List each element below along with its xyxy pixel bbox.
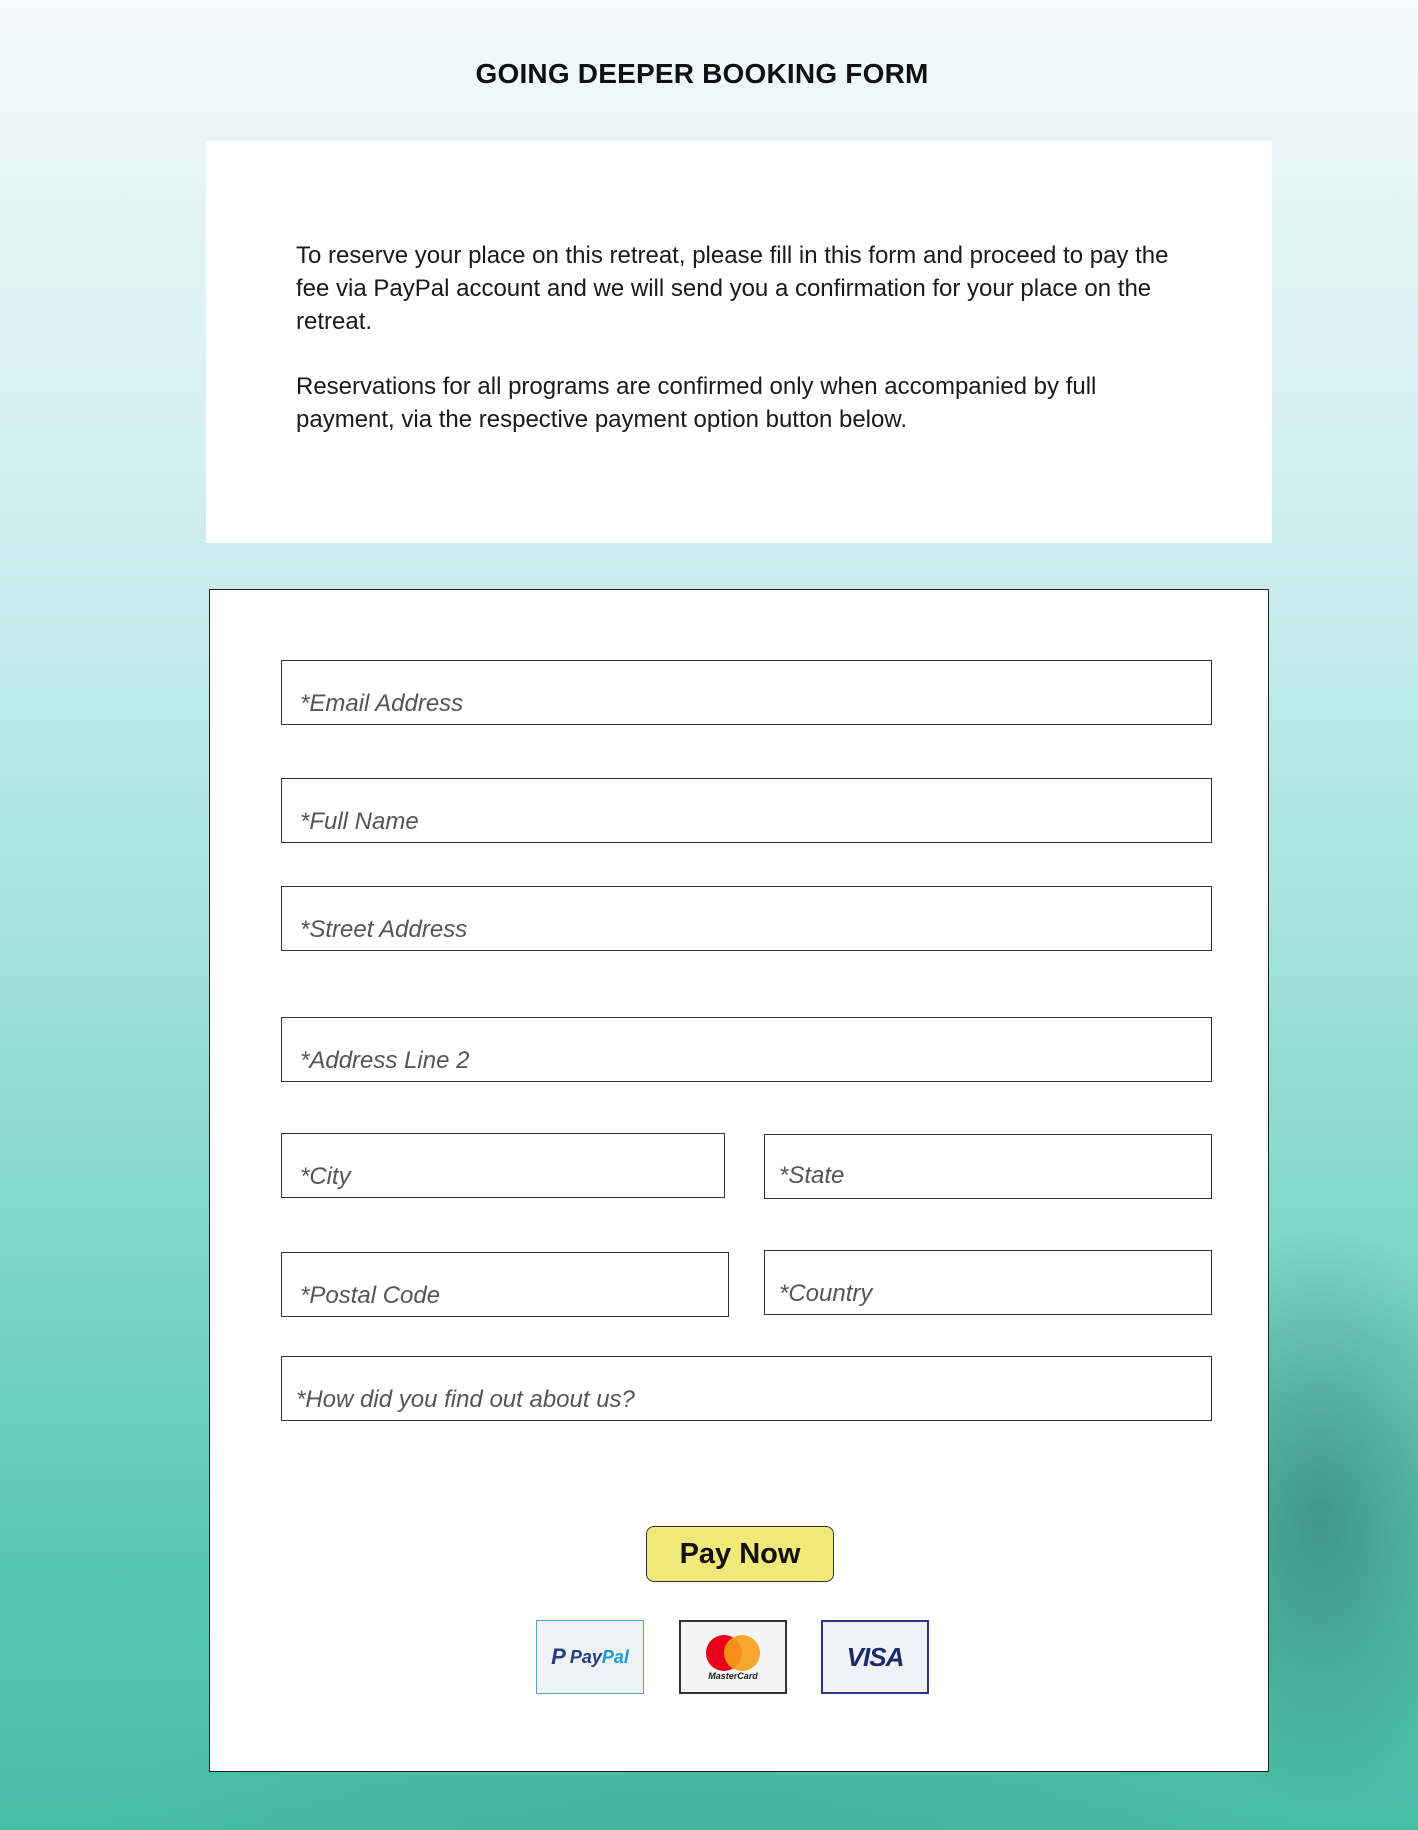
full-name-field-box: [281, 778, 1212, 843]
state-field[interactable]: [765, 1135, 1211, 1198]
mastercard-icon: MasterCard: [698, 1631, 768, 1683]
email-field-box: [281, 660, 1212, 725]
city-field[interactable]: [282, 1134, 724, 1197]
address-line2-field[interactable]: [282, 1018, 1211, 1081]
paypal-logo[interactable]: P PayPal: [536, 1620, 644, 1694]
country-field-box: [764, 1250, 1212, 1315]
visa-logo[interactable]: VISA: [821, 1620, 929, 1694]
booking-form: Pay Now P PayPal MasterCard VISA: [209, 589, 1269, 1772]
address-line2-field-box: [281, 1017, 1212, 1082]
full-name-field[interactable]: [282, 779, 1211, 842]
state-field-box: [764, 1134, 1212, 1199]
postal-code-field[interactable]: [282, 1253, 728, 1316]
intro-paragraph-1: To reserve your place on this retreat, p…: [296, 242, 1169, 335]
street-address-field[interactable]: [282, 887, 1211, 950]
pay-now-button[interactable]: Pay Now: [646, 1526, 834, 1582]
email-field[interactable]: [282, 661, 1211, 724]
visa-wordmark: VISA: [846, 1641, 905, 1672]
mastercard-label: MasterCard: [708, 1671, 758, 1681]
mastercard-logo[interactable]: MasterCard: [679, 1620, 787, 1694]
referral-field-box: [281, 1356, 1212, 1421]
mastercard-yellow-circle: [724, 1635, 760, 1671]
city-field-box: [281, 1133, 725, 1198]
intro-text: To reserve your place on this retreat, p…: [296, 239, 1196, 468]
referral-field[interactable]: [282, 1357, 1211, 1420]
postal-code-field-box: [281, 1252, 729, 1317]
page-title: GOING DEEPER BOOKING FORM: [475, 58, 929, 89]
country-field[interactable]: [765, 1251, 1211, 1314]
paypal-wordmark: PayPal: [569, 1646, 629, 1667]
intro-panel: To reserve your place on this retreat, p…: [206, 141, 1272, 543]
intro-paragraph-2: Reservations for all programs are confir…: [296, 373, 1097, 433]
paypal-icon: P: [551, 1644, 566, 1669]
street-address-field-box: [281, 886, 1212, 951]
